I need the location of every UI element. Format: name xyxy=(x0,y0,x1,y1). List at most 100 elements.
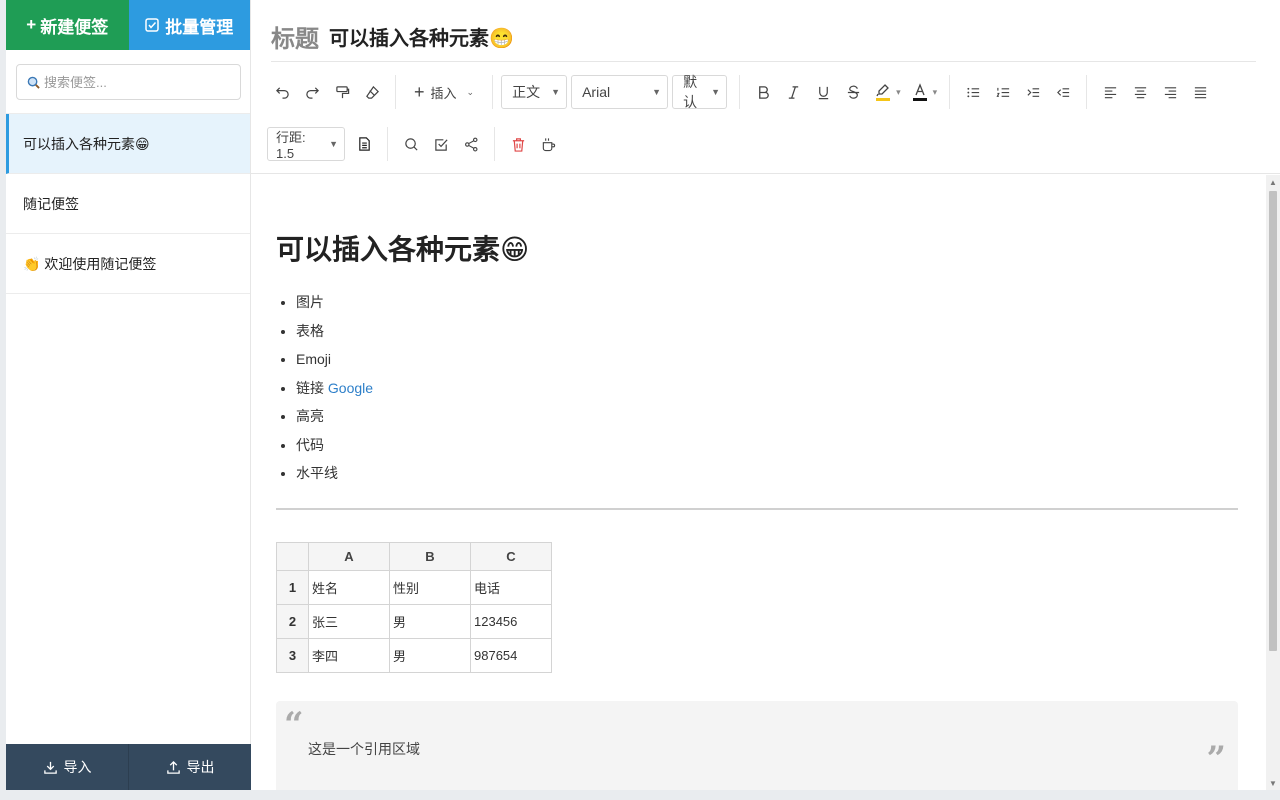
editor-scrollbar[interactable]: ▲ ▼ xyxy=(1266,175,1280,790)
align-right-button[interactable] xyxy=(1155,77,1185,107)
table-col-header: C xyxy=(470,541,552,571)
bullet-list-icon xyxy=(967,87,979,97)
font-color-dropdown-icon[interactable]: ▾ xyxy=(933,87,938,98)
align-center-button[interactable] xyxy=(1125,77,1155,107)
font-size-select[interactable]: 默认 ▼ xyxy=(672,74,728,110)
share-button[interactable] xyxy=(456,129,486,159)
blockquote: “ 这是一个引用区域 ” xyxy=(276,700,1238,790)
indent-button[interactable] xyxy=(1018,77,1048,107)
google-link[interactable]: Google xyxy=(328,380,373,396)
table-cell[interactable]: 男 xyxy=(389,637,471,673)
note-item[interactable]: 👏 欢迎使用随记便签 xyxy=(6,234,250,294)
table-cell[interactable]: 李四 xyxy=(308,637,390,673)
toolbar-separator xyxy=(949,75,951,109)
insert-label: 插入 xyxy=(430,85,457,101)
table-cell[interactable]: 张三 xyxy=(308,603,390,639)
format-painter-button[interactable] xyxy=(327,77,357,107)
share-icon xyxy=(464,137,477,151)
bullet-list-button[interactable] xyxy=(958,77,988,107)
title-input[interactable] xyxy=(329,25,1029,48)
font-family-select[interactable]: Arial ▼ xyxy=(571,75,669,109)
note-item[interactable]: 随记便签 xyxy=(6,174,250,234)
chevron-down-icon: ▼ xyxy=(711,87,721,97)
new-note-button[interactable]: + 新建便签 xyxy=(6,0,129,50)
ordered-list-button[interactable] xyxy=(988,77,1018,107)
note-title: 随记便签 xyxy=(23,195,79,212)
import-button[interactable]: 导入 xyxy=(6,744,129,790)
undo-button[interactable] xyxy=(267,77,297,107)
content-heading: 可以插入各种元素😁 xyxy=(276,234,530,265)
list-item: 链接 Google xyxy=(296,374,1266,403)
upload-icon xyxy=(166,760,180,774)
paragraph-style-select[interactable]: 正文 ▼ xyxy=(501,75,568,109)
coffee-icon xyxy=(542,137,555,151)
table-cell[interactable]: 电话 xyxy=(470,569,552,605)
table-row: 3 李四 男 987654 xyxy=(276,637,552,673)
editor-content[interactable]: 可以插入各种元素😁 图片 表格 Emoji 链接 Google 高亮 代码 水平… xyxy=(251,175,1266,790)
coffee-button[interactable] xyxy=(533,129,563,159)
list-item: 代码 xyxy=(296,431,1266,460)
table-cell[interactable]: 男 xyxy=(389,603,471,639)
font-color-button[interactable] xyxy=(905,77,935,107)
toolbar-separator xyxy=(387,127,388,161)
import-label: 导入 xyxy=(63,759,92,775)
font-size-value: 默认 xyxy=(683,74,698,110)
export-label: 导出 xyxy=(186,759,215,775)
search-container xyxy=(6,50,250,114)
eraser-icon xyxy=(365,85,379,99)
highlight-dropdown-icon[interactable]: ▾ xyxy=(896,87,901,98)
list-item: 图片 xyxy=(296,288,1266,317)
outdent-button[interactable] xyxy=(1048,77,1078,107)
open-quote-icon: “ xyxy=(284,704,304,745)
scrollbar-thumb[interactable] xyxy=(1269,191,1277,651)
toolbar-separator xyxy=(492,75,494,109)
indent-icon xyxy=(1027,87,1039,97)
scroll-down-arrow-icon[interactable]: ▼ xyxy=(1266,776,1280,790)
align-left-button[interactable] xyxy=(1095,77,1125,107)
table-header-row: A B C xyxy=(276,541,552,571)
search-replace-button[interactable] xyxy=(396,129,426,159)
batch-manage-button[interactable]: 批量管理 xyxy=(128,0,250,50)
note-title: 可以插入各种元素😁 xyxy=(23,135,150,152)
table-cell[interactable]: 性别 xyxy=(389,569,471,605)
task-list-button[interactable] xyxy=(426,129,456,159)
underline-button[interactable] xyxy=(808,77,838,107)
ordered-list-icon xyxy=(996,87,1009,97)
clear-format-button[interactable] xyxy=(357,77,387,107)
table-cell[interactable]: 姓名 xyxy=(308,569,390,605)
bold-button[interactable] xyxy=(748,77,778,107)
list-item: Emoji xyxy=(296,345,1266,374)
scroll-up-arrow-icon[interactable]: ▲ xyxy=(1266,175,1280,189)
sidebar: + 新建便签 批量管理 可以插入各种元素😁 随记便签 👏 欢迎使用随记便签 xyxy=(6,0,251,790)
font-color-icon xyxy=(912,83,927,101)
toolbar-separator xyxy=(494,127,495,161)
format-painter-icon xyxy=(335,85,349,98)
quote-text: 这是一个引用区域 xyxy=(308,740,420,757)
delete-button[interactable] xyxy=(503,129,533,159)
table-cell[interactable]: 123456 xyxy=(470,603,552,639)
table-cell[interactable]: 987654 xyxy=(470,637,552,673)
table-col-header: B xyxy=(389,541,471,571)
toolbar-row-1: + 插入 ⌄ 正文 ▼ Arial ▼ 默认 ▼ ▾ ▾ xyxy=(267,74,1215,110)
document-button[interactable] xyxy=(349,129,379,159)
chevron-down-icon: ▼ xyxy=(551,87,561,97)
search-input[interactable] xyxy=(44,74,224,90)
insert-dropdown[interactable]: + 插入 ⌄ xyxy=(404,75,484,109)
checkbox-icon xyxy=(434,138,448,151)
strikethrough-button[interactable] xyxy=(838,77,868,107)
line-height-select[interactable]: 行距: 1.5 ▼ xyxy=(267,127,345,161)
content-table: A B C 1 姓名 性别 电话 2 张三 男 123456 3 李四 男 98… xyxy=(276,541,552,673)
highlight-button[interactable] xyxy=(868,77,898,107)
align-justify-button[interactable] xyxy=(1185,77,1215,107)
toolbar-separator xyxy=(395,75,396,109)
italic-button[interactable] xyxy=(778,77,808,107)
list-item: 高亮 xyxy=(296,402,1266,431)
italic-icon xyxy=(788,85,798,99)
export-button[interactable]: 导出 xyxy=(129,744,251,790)
undo-icon xyxy=(275,86,289,99)
note-item[interactable]: 可以插入各种元素😁 xyxy=(6,114,250,174)
toolbar-separator xyxy=(739,75,741,109)
table-col-header: A xyxy=(308,541,390,571)
title-row: 标题 xyxy=(271,12,1256,62)
redo-button[interactable] xyxy=(297,77,327,107)
